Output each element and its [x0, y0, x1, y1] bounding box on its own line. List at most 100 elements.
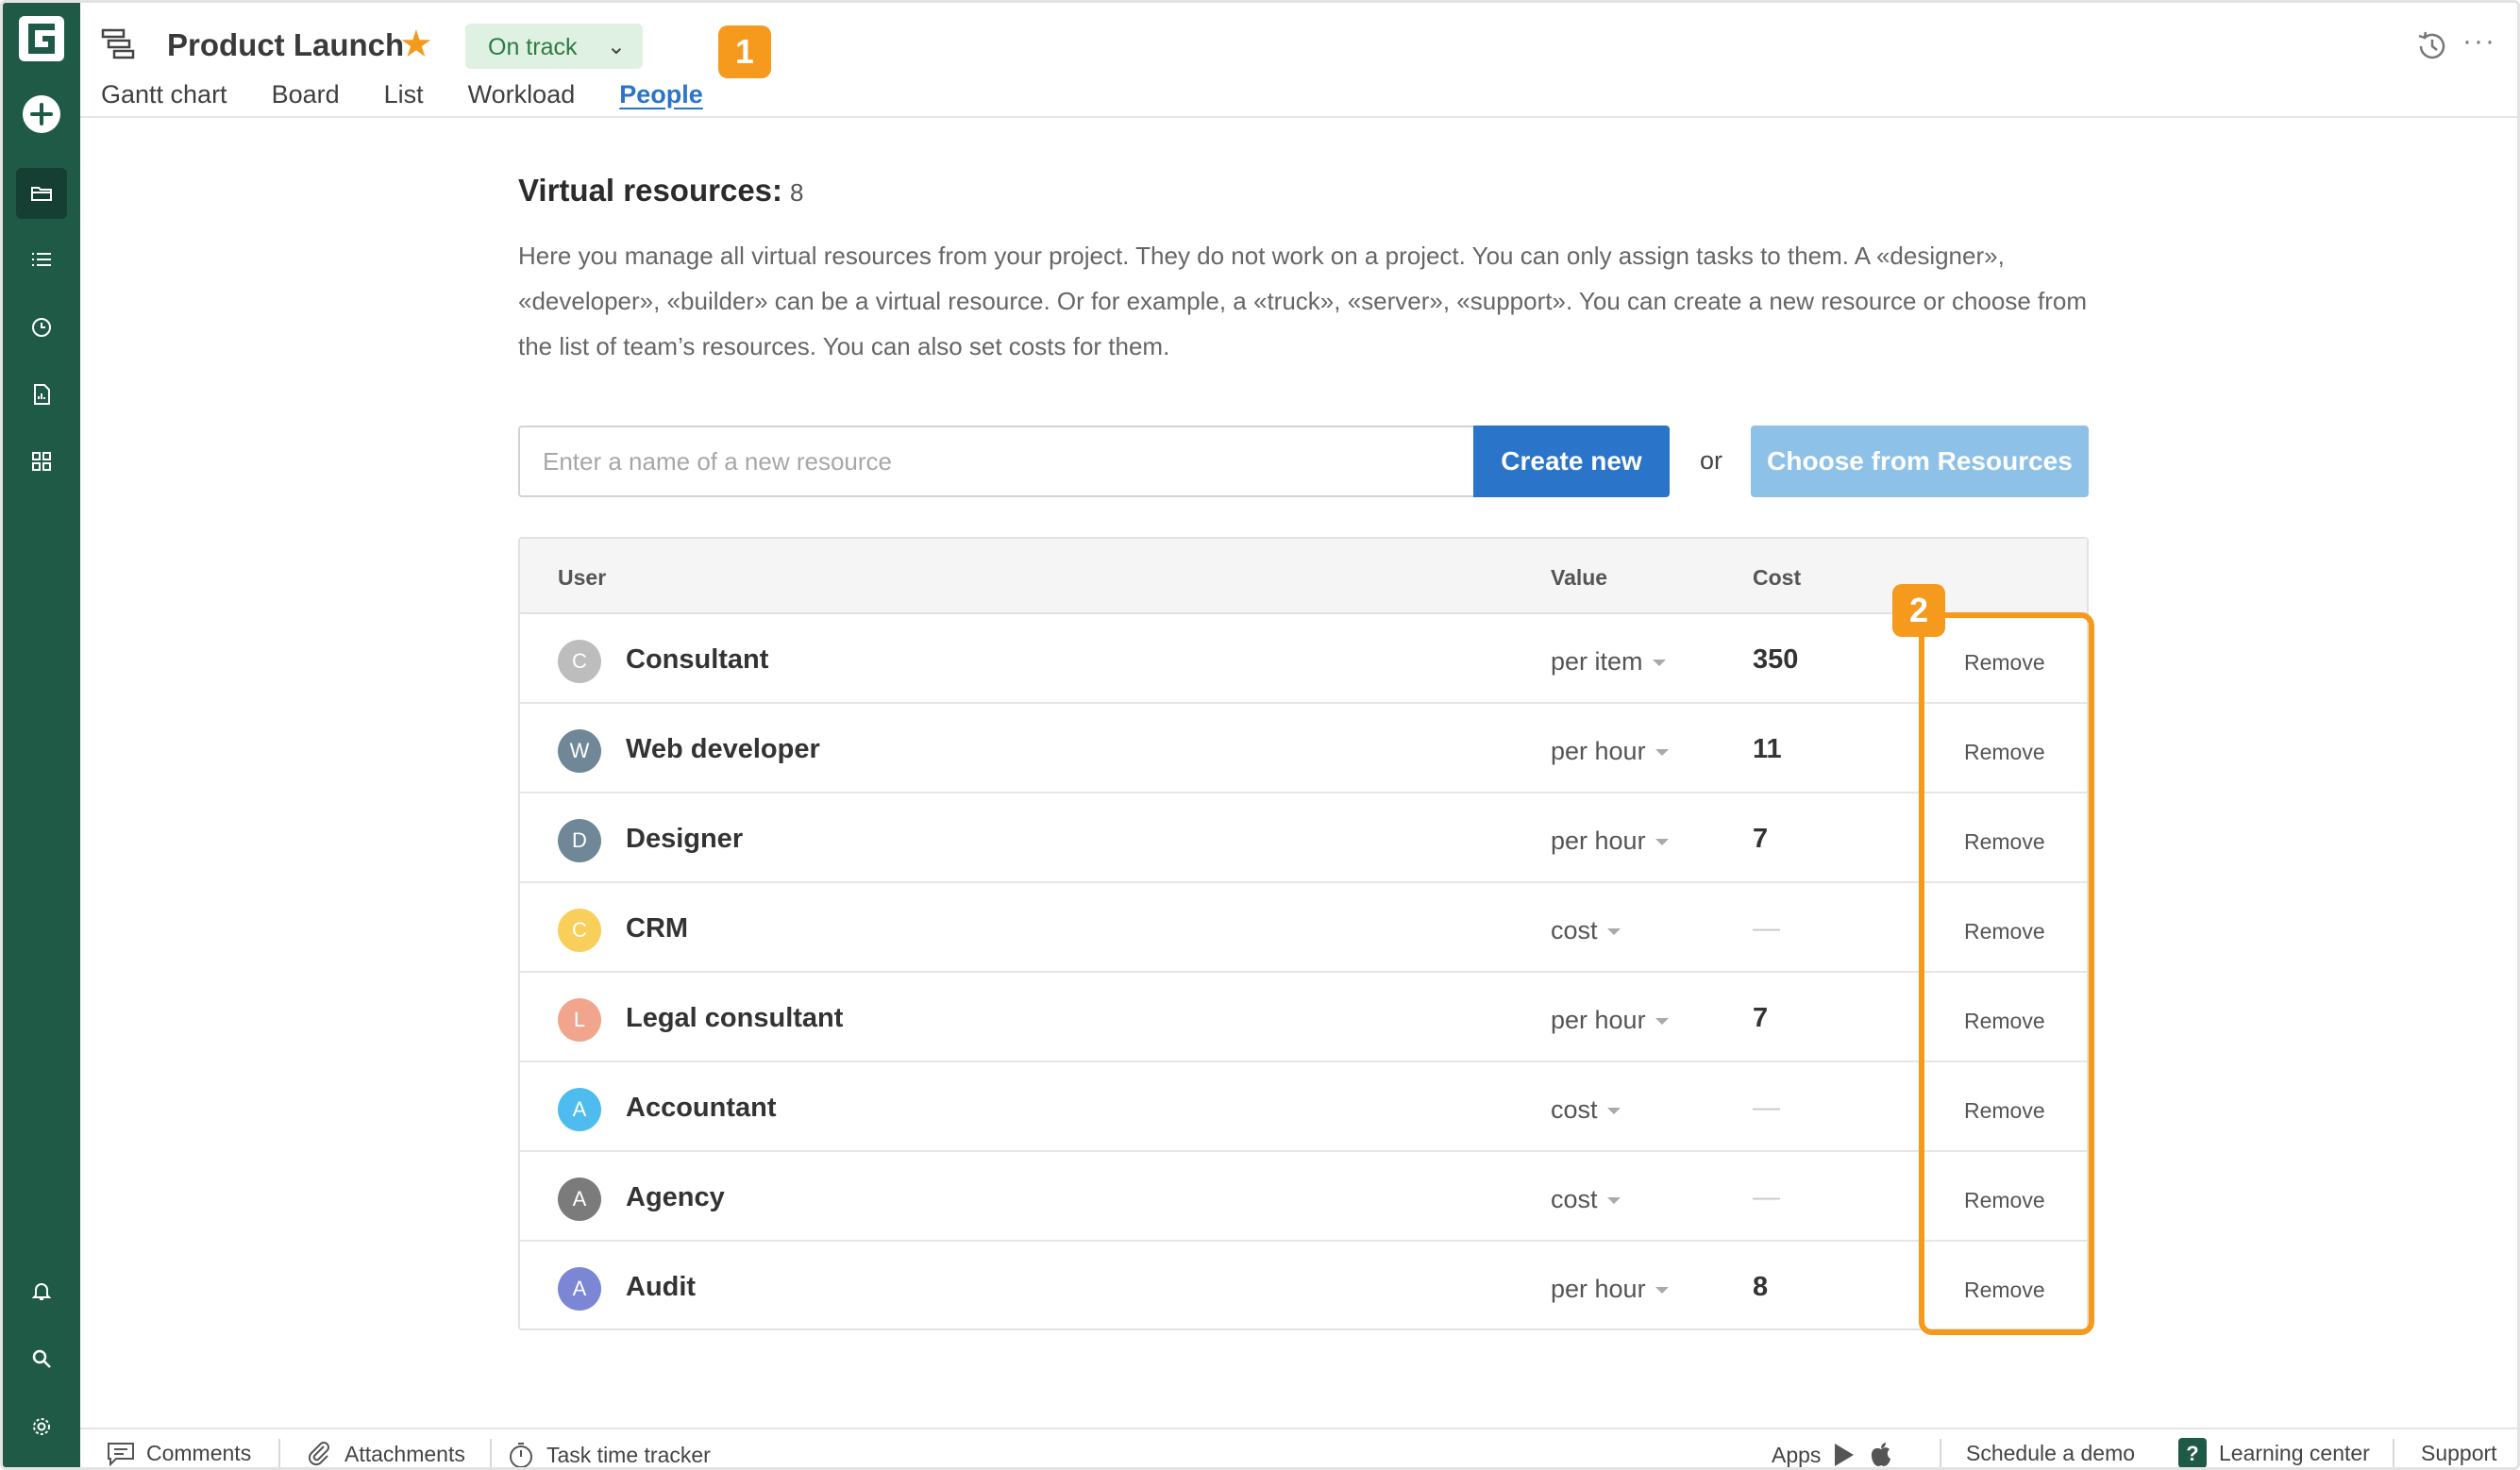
- avatar: A: [558, 1178, 601, 1221]
- bell-icon[interactable]: [16, 1265, 67, 1316]
- table-row: C CRM cost — Remove: [520, 883, 2087, 973]
- value-type-label: cost: [1551, 1095, 1598, 1124]
- value-type-dropdown[interactable]: per item: [1551, 647, 1666, 677]
- comments-link[interactable]: Comments: [107, 1441, 251, 1466]
- avatar: D: [558, 819, 601, 862]
- apps-grid-icon[interactable]: [16, 436, 67, 487]
- tab-workload[interactable]: Workload: [468, 80, 576, 109]
- task-time-tracker-link[interactable]: Task time tracker: [507, 1441, 711, 1467]
- resource-cost[interactable]: —: [1753, 1093, 1780, 1124]
- svg-text:?: ?: [2186, 1442, 2198, 1465]
- resource-name[interactable]: Legal consultant: [626, 1003, 843, 1034]
- attachments-link[interactable]: Attachments: [307, 1441, 465, 1467]
- remove-button[interactable]: Remove: [1964, 1009, 2045, 1034]
- virtual-resources-panel: Virtual resources: 8 Here you manage all …: [518, 173, 2094, 1335]
- resource-name[interactable]: Agency: [626, 1182, 725, 1213]
- attachments-label: Attachments: [344, 1441, 465, 1466]
- list-icon[interactable]: [16, 234, 67, 285]
- projects-folder-icon[interactable]: [16, 168, 67, 219]
- remove-button[interactable]: Remove: [1964, 1188, 2045, 1213]
- search-icon[interactable]: [16, 1333, 67, 1384]
- resource-cost[interactable]: 7: [1753, 824, 1768, 855]
- tab-list[interactable]: List: [384, 80, 424, 109]
- value-type-label: cost: [1551, 1185, 1598, 1213]
- resource-cost[interactable]: 7: [1753, 1003, 1768, 1034]
- create-new-button[interactable]: Create new: [1473, 426, 1670, 497]
- clock-icon[interactable]: [16, 302, 67, 353]
- tab-board[interactable]: Board: [272, 80, 340, 109]
- resource-cost[interactable]: 350: [1753, 644, 1798, 676]
- table-row: W Web developer per hour 11 Remove: [520, 704, 2087, 793]
- history-icon[interactable]: [2413, 27, 2451, 70]
- comments-label: Comments: [146, 1441, 252, 1465]
- section-description: Here you manage all virtual resources fr…: [518, 242, 2088, 360]
- resource-cost[interactable]: 8: [1753, 1272, 1768, 1303]
- table-row: A Accountant cost — Remove: [520, 1062, 2087, 1152]
- resource-name[interactable]: Accountant: [626, 1093, 777, 1124]
- column-header-user: User: [558, 565, 607, 590]
- report-icon[interactable]: [16, 369, 67, 420]
- caret-down-icon: [1606, 928, 1621, 936]
- apps-link[interactable]: Apps: [1772, 1441, 1894, 1467]
- column-header-value: Value: [1551, 565, 1608, 590]
- new-resource-input[interactable]: [518, 426, 1475, 497]
- footer-divider: [278, 1439, 280, 1467]
- resource-name[interactable]: Audit: [626, 1272, 696, 1303]
- tab-gantt-chart[interactable]: Gantt chart: [101, 80, 227, 109]
- avatar: L: [558, 998, 601, 1042]
- app-logo-icon[interactable]: [19, 16, 64, 61]
- project-header: Product Launch ★ On track ⌄ 1 Gantt char…: [80, 3, 2517, 118]
- stopwatch-icon: [510, 1443, 532, 1467]
- support-link[interactable]: Support: [2421, 1441, 2497, 1466]
- value-type-dropdown[interactable]: cost: [1551, 1185, 1621, 1214]
- value-type-dropdown[interactable]: cost: [1551, 916, 1621, 945]
- value-type-dropdown[interactable]: per hour: [1551, 1275, 1669, 1304]
- avatar: C: [558, 640, 601, 683]
- add-icon[interactable]: [23, 95, 60, 133]
- remove-button[interactable]: Remove: [1964, 919, 2045, 944]
- remove-button[interactable]: Remove: [1964, 829, 2045, 855]
- value-type-label: per hour: [1551, 1275, 1646, 1303]
- value-type-dropdown[interactable]: per hour: [1551, 827, 1669, 856]
- caret-down-icon: [1606, 1108, 1621, 1115]
- value-type-label: per item: [1551, 647, 1643, 676]
- learning-center-link[interactable]: ? Learning center: [2177, 1437, 2370, 1467]
- apps-label: Apps: [1772, 1442, 1822, 1467]
- resource-cost[interactable]: 11: [1753, 734, 1782, 765]
- view-tabs: Gantt chart Board List Workload People: [101, 80, 703, 109]
- table-body: C Consultant per item 350 Remove W Web develop…: [520, 614, 2087, 1328]
- value-type-dropdown[interactable]: per hour: [1551, 737, 1669, 766]
- value-type-dropdown[interactable]: cost: [1551, 1095, 1621, 1125]
- chevron-down-icon: ⌄: [606, 34, 626, 59]
- avatar: A: [558, 1088, 601, 1131]
- choose-from-resources-button[interactable]: Choose from Resources: [1751, 426, 2089, 497]
- gantt-project-icon: [99, 25, 137, 68]
- remove-button[interactable]: Remove: [1964, 650, 2045, 676]
- project-title[interactable]: Product Launch: [167, 27, 404, 63]
- resource-name[interactable]: Consultant: [626, 644, 768, 676]
- section-title: Virtual resources: 8: [518, 173, 2089, 209]
- remove-button[interactable]: Remove: [1964, 740, 2045, 765]
- resource-cost[interactable]: —: [1753, 913, 1780, 944]
- annotation-badge-2: 2: [1892, 584, 1945, 637]
- more-options-icon[interactable]: ···: [2462, 25, 2496, 58]
- remove-button[interactable]: Remove: [1964, 1098, 2045, 1124]
- settings-gear-icon[interactable]: [16, 1401, 67, 1452]
- status-label: On track: [488, 34, 578, 60]
- resource-cost[interactable]: —: [1753, 1182, 1780, 1213]
- footer-divider: [490, 1439, 492, 1467]
- schedule-demo-link[interactable]: Schedule a demo: [1966, 1441, 2135, 1466]
- avatar: A: [558, 1267, 601, 1311]
- value-type-dropdown[interactable]: per hour: [1551, 1006, 1669, 1035]
- status-dropdown[interactable]: On track ⌄: [465, 24, 643, 69]
- resource-name[interactable]: Designer: [626, 824, 743, 855]
- resource-name[interactable]: CRM: [626, 913, 688, 944]
- favorite-star-icon[interactable]: ★: [399, 25, 433, 63]
- tab-people[interactable]: People: [619, 80, 703, 109]
- resource-name[interactable]: Web developer: [626, 734, 820, 765]
- footer-divider: [1940, 1439, 1941, 1467]
- remove-button[interactable]: Remove: [1964, 1278, 2045, 1303]
- create-resource-row: Create new or Choose from Resources: [518, 426, 2089, 497]
- google-play-icon: [1835, 1444, 1855, 1466]
- caret-down-icon: [1655, 839, 1669, 846]
